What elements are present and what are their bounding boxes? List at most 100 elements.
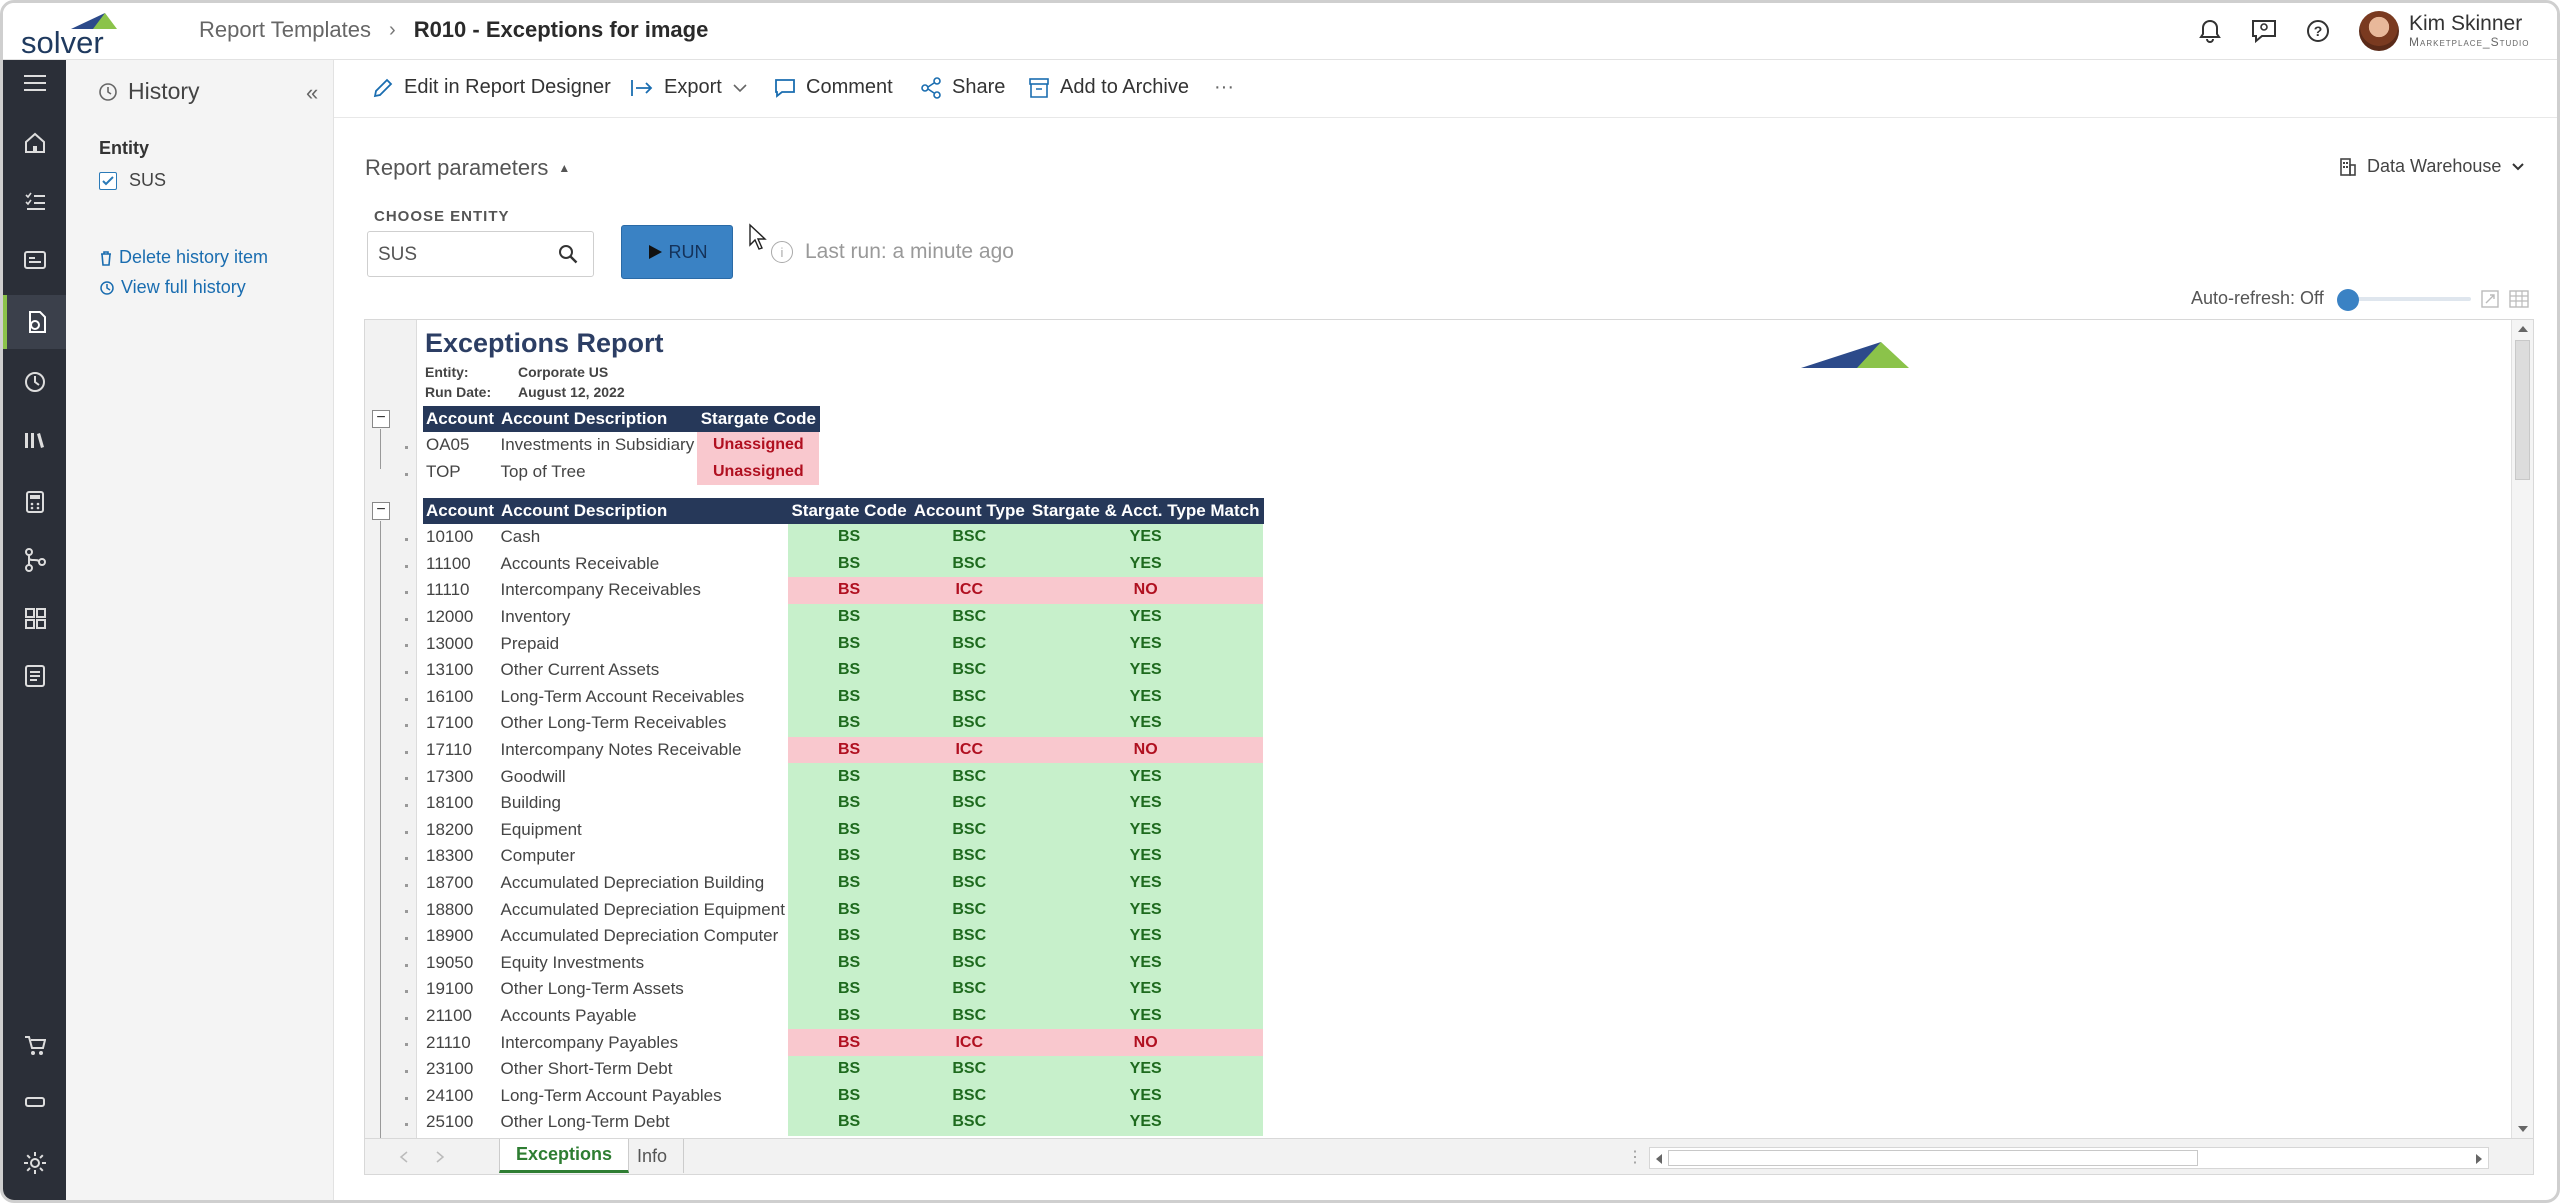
- match-cell[interactable]: YES: [1028, 524, 1263, 551]
- workflow-icon[interactable]: [3, 537, 66, 583]
- account-type-cell[interactable]: BSC: [910, 550, 1029, 578]
- description-cell[interactable]: Equipment: [498, 817, 788, 844]
- description-cell[interactable]: Intercompany Receivables: [498, 577, 788, 604]
- account-cell[interactable]: 19050: [423, 950, 498, 977]
- stargate-code-cell[interactable]: BS: [787, 1055, 911, 1083]
- collapse-group-2-icon[interactable]: −: [372, 502, 390, 520]
- table-row[interactable]: 18200 Equipment BS BSC YES: [423, 816, 1263, 844]
- comment-button[interactable]: Comment: [774, 76, 893, 99]
- account-type-cell[interactable]: BSC: [910, 949, 1029, 977]
- spreadsheet-view[interactable]: − − Exceptions Report Entity: Corporate …: [364, 319, 2534, 1175]
- description-cell[interactable]: Long-Term Account Receivables: [498, 684, 788, 711]
- description-cell[interactable]: Other Current Assets: [498, 657, 788, 684]
- account-cell[interactable]: 18900: [423, 923, 498, 950]
- stargate-code-cell[interactable]: BS: [787, 736, 911, 764]
- table-row[interactable]: OA05 Investments in Subsidiary Unassigned: [423, 432, 820, 459]
- stargate-code-cell[interactable]: BS: [787, 603, 911, 631]
- account-type-cell[interactable]: BSC: [910, 789, 1029, 817]
- report-parameters-toggle[interactable]: Report parameters ▲: [365, 155, 570, 181]
- toggle-knob[interactable]: [2337, 289, 2359, 311]
- account-type-cell[interactable]: BSC: [910, 710, 1029, 737]
- description-cell[interactable]: Accumulated Depreciation Building: [498, 870, 788, 897]
- match-cell[interactable]: YES: [1028, 789, 1263, 817]
- match-cell[interactable]: YES: [1028, 763, 1263, 790]
- table-row[interactable]: 18100 Building BS BSC YES: [423, 789, 1263, 817]
- match-cell[interactable]: YES: [1028, 843, 1263, 870]
- help-icon[interactable]: ?: [2302, 15, 2334, 47]
- account-type-cell[interactable]: BSC: [910, 603, 1029, 631]
- account-cell[interactable]: 13100: [423, 657, 498, 684]
- tab-prev-icon[interactable]: [399, 1151, 409, 1163]
- stargate-code-cell[interactable]: BS: [787, 869, 911, 897]
- stargate-code-cell[interactable]: BS: [787, 763, 911, 790]
- clock-icon[interactable]: [3, 359, 66, 405]
- account-type-cell[interactable]: BSC: [910, 656, 1029, 684]
- stargate-code-cell[interactable]: BS: [787, 1109, 911, 1136]
- account-cell[interactable]: 17300: [423, 763, 498, 790]
- account-type-cell[interactable]: BSC: [910, 1109, 1029, 1136]
- account-type-cell[interactable]: BSC: [910, 869, 1029, 897]
- stargate-code-cell[interactable]: BS: [787, 1082, 911, 1110]
- cart-icon[interactable]: [3, 1022, 66, 1068]
- match-cell[interactable]: YES: [1028, 550, 1263, 578]
- account-cell[interactable]: 17110: [423, 737, 498, 764]
- table-row[interactable]: TOP Top of Tree Unassigned: [423, 458, 820, 486]
- account-cell[interactable]: 18100: [423, 790, 498, 817]
- solver-logo[interactable]: solver: [21, 11, 131, 60]
- grid-view-icon[interactable]: [2509, 290, 2529, 308]
- tasks-icon[interactable]: [3, 178, 66, 224]
- account-type-cell[interactable]: BSC: [910, 843, 1029, 870]
- collapse-group-1-icon[interactable]: −: [372, 410, 390, 428]
- match-cell[interactable]: YES: [1028, 976, 1263, 1003]
- account-cell[interactable]: 21110: [423, 1029, 498, 1056]
- account-cell[interactable]: TOP: [423, 459, 498, 486]
- run-button[interactable]: RUN: [621, 225, 733, 279]
- account-cell[interactable]: 18800: [423, 896, 498, 923]
- forms-icon[interactable]: [3, 653, 66, 699]
- description-cell[interactable]: Accounts Payable: [498, 1003, 788, 1030]
- more-options-button[interactable]: ···: [1214, 76, 1234, 99]
- stargate-code-cell[interactable]: BS: [787, 1002, 911, 1030]
- account-cell[interactable]: 19100: [423, 976, 498, 1003]
- stargate-code-cell[interactable]: Unassigned: [697, 458, 820, 486]
- stargate-code-cell[interactable]: BS: [787, 550, 911, 578]
- account-cell[interactable]: 10100: [423, 524, 498, 551]
- account-cell[interactable]: 18300: [423, 843, 498, 870]
- account-cell[interactable]: 16100: [423, 684, 498, 711]
- stargate-code-cell[interactable]: BS: [787, 949, 911, 977]
- match-cell[interactable]: YES: [1028, 710, 1263, 737]
- account-type-cell[interactable]: BSC: [910, 816, 1029, 844]
- account-type-cell[interactable]: BSC: [910, 896, 1029, 923]
- feedback-icon[interactable]: [2248, 15, 2280, 47]
- apps-icon[interactable]: [3, 595, 66, 641]
- table-row[interactable]: 16100 Long-Term Account Receivables BS BSC Y…: [423, 683, 1263, 711]
- match-cell[interactable]: YES: [1028, 922, 1263, 950]
- vertical-scrollbar[interactable]: [2511, 320, 2533, 1138]
- account-cell[interactable]: 18700: [423, 870, 498, 897]
- add-to-archive-button[interactable]: Add to Archive: [1028, 76, 1189, 99]
- table-row[interactable]: 18700 Accumulated Depreciation Building BS…: [423, 869, 1263, 897]
- account-cell[interactable]: 21100: [423, 1003, 498, 1030]
- table-row[interactable]: 10100 Cash BS BSC YES: [423, 524, 1263, 551]
- tab-info[interactable]: Info: [621, 1139, 685, 1173]
- description-cell[interactable]: Prepaid: [498, 630, 788, 657]
- description-cell[interactable]: Computer: [498, 843, 788, 870]
- history-entity-checkbox[interactable]: SUS: [99, 170, 166, 191]
- scroll-down-icon[interactable]: [2517, 1124, 2529, 1134]
- description-cell[interactable]: Other Long-Term Receivables: [498, 710, 788, 737]
- description-cell[interactable]: Other Long-Term Assets: [498, 976, 788, 1003]
- dashboard-icon[interactable]: [3, 237, 66, 283]
- table-row[interactable]: 18300 Computer BS BSC YES: [423, 843, 1263, 870]
- match-cell[interactable]: NO: [1028, 577, 1263, 604]
- gear-icon[interactable]: [3, 1140, 66, 1186]
- match-cell[interactable]: YES: [1028, 656, 1263, 684]
- description-cell[interactable]: Accumulated Depreciation Equipment: [498, 896, 788, 923]
- description-cell[interactable]: Intercompany Payables: [498, 1029, 788, 1056]
- export-button[interactable]: Export: [630, 76, 748, 99]
- vertical-scroll-thumb[interactable]: [2515, 340, 2530, 480]
- account-cell[interactable]: 25100: [423, 1109, 498, 1136]
- account-type-cell[interactable]: BSC: [910, 976, 1029, 1003]
- breadcrumb-parent[interactable]: Report Templates: [199, 17, 371, 43]
- calculator-icon[interactable]: [3, 479, 66, 525]
- account-type-cell[interactable]: BSC: [910, 1002, 1029, 1030]
